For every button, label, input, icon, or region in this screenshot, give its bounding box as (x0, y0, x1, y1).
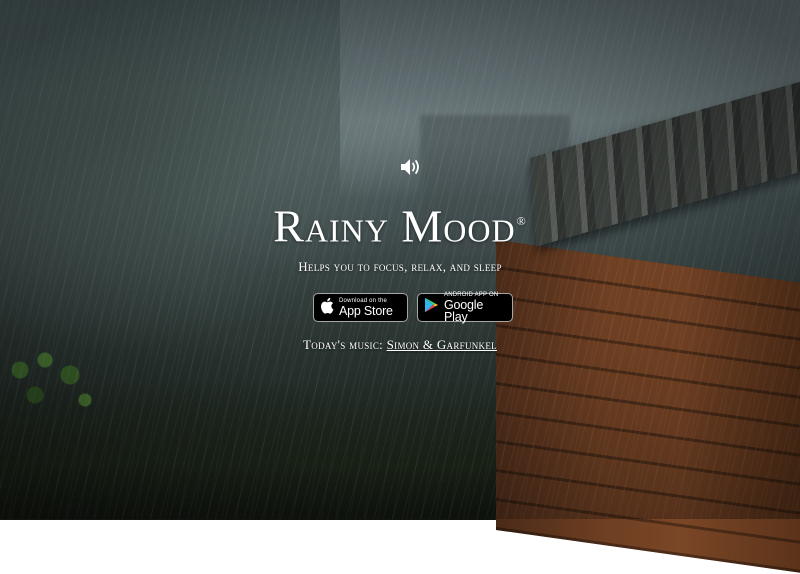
google-play-icon (424, 297, 439, 318)
music-artist-link[interactable]: Simon & Garfunkel (387, 337, 497, 352)
google-play-small-label: ANDROID APP ON (444, 291, 499, 298)
app-store-small-label: Download on the (339, 297, 388, 304)
app-store-label: App Store (339, 303, 393, 318)
todays-music: Today's music: Simon & Garfunkel (0, 337, 800, 353)
speaker-icon[interactable] (399, 157, 423, 177)
music-prefix: Today's music: (303, 337, 384, 352)
registered-mark: ® (516, 214, 527, 228)
store-badges: Download on the App Store ANDROID APP ON… (313, 291, 513, 324)
google-play-button[interactable]: ANDROID APP ON Google Play (417, 291, 513, 324)
tagline: Helps you to focus, relax, and sleep (298, 259, 502, 274)
app-store-button[interactable]: Download on the App Store (313, 293, 408, 322)
google-play-label: Google Play (444, 297, 484, 324)
title-text: Rainy Mood (273, 200, 516, 252)
apple-icon (320, 297, 334, 319)
page-title: Rainy Mood® (0, 193, 800, 254)
